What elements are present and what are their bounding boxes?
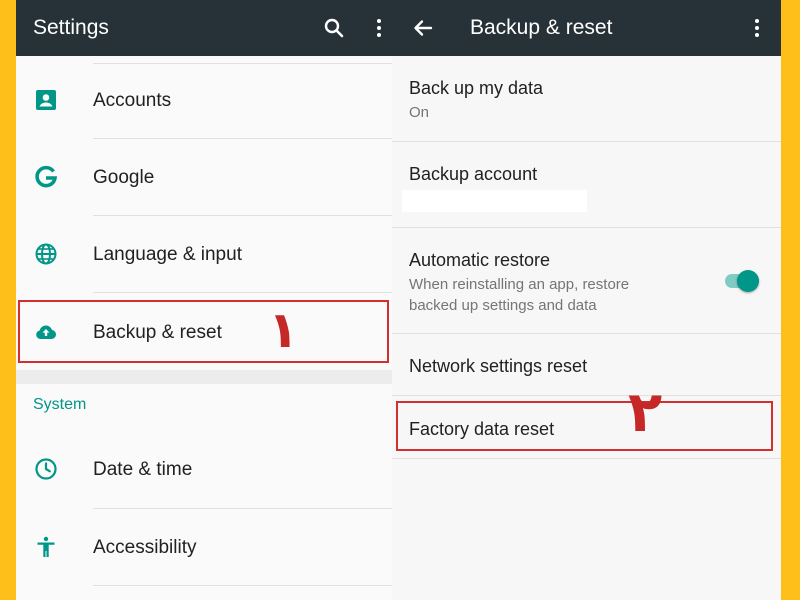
annotation-number: ٢ [628, 380, 663, 445]
more-vert-icon[interactable] [745, 16, 769, 40]
back-arrow-icon[interactable] [411, 16, 435, 40]
pref-backup-account[interactable]: Backup account [392, 142, 781, 228]
page-title: Backup & reset [470, 16, 613, 39]
pref-title: Network settings reset [409, 356, 588, 376]
divider [93, 585, 392, 586]
toggle-thumb [737, 270, 759, 292]
settings-item-label: Accounts [93, 90, 172, 111]
pref-network-settings-reset[interactable]: Network settings reset [392, 334, 781, 396]
settings-item-label: Google [93, 167, 155, 188]
annotation-number: ١ [268, 301, 299, 359]
pref-title: Automatic restore [409, 250, 551, 270]
backup-reset-app-bar: Backup & reset [392, 0, 781, 56]
redacted-account-email [402, 190, 587, 212]
settings-screen: Settings Accounts Google Language & inpu… [16, 0, 392, 600]
pref-summary-line-1: When reinstalling an app, restore [409, 276, 630, 293]
settings-item-language-input[interactable]: Language & input [16, 216, 392, 293]
more-vert-icon[interactable] [367, 16, 391, 40]
settings-app-bar: Settings [16, 0, 392, 56]
settings-item-accessibility[interactable]: Accessibility [16, 509, 392, 586]
google-icon [34, 165, 58, 189]
backup-reset-screen: Backup & reset Back up my data On Backup… [392, 0, 781, 600]
page-title: Settings [33, 16, 109, 39]
pref-summary-line-2: backed up settings and data [409, 297, 597, 314]
settings-item-google[interactable]: Google [16, 139, 392, 216]
pref-title: Back up my data [409, 78, 544, 98]
settings-item-label: Date & time [93, 459, 193, 480]
divider [93, 292, 392, 293]
pref-summary: On [409, 104, 430, 121]
settings-item-date-time[interactable]: Date & time [16, 431, 392, 508]
highlight-box-factory-reset [396, 401, 773, 451]
section-header-system: System [33, 396, 87, 413]
search-icon[interactable] [322, 16, 346, 40]
account-box-icon [34, 88, 58, 112]
settings-item-label: Language & input [93, 244, 242, 265]
accessibility-icon [34, 535, 58, 559]
pref-automatic-restore[interactable]: Automatic restore When reinstalling an a… [392, 228, 781, 334]
pref-back-up-my-data[interactable]: Back up my data On [392, 56, 781, 142]
settings-item-accounts[interactable]: Accounts [16, 62, 392, 139]
section-divider [16, 370, 392, 384]
clock-icon [34, 457, 58, 481]
globe-icon [34, 242, 58, 266]
pref-title: Backup account [409, 164, 538, 184]
settings-item-label: Accessibility [93, 537, 197, 558]
highlight-box-backup-reset [18, 300, 389, 363]
